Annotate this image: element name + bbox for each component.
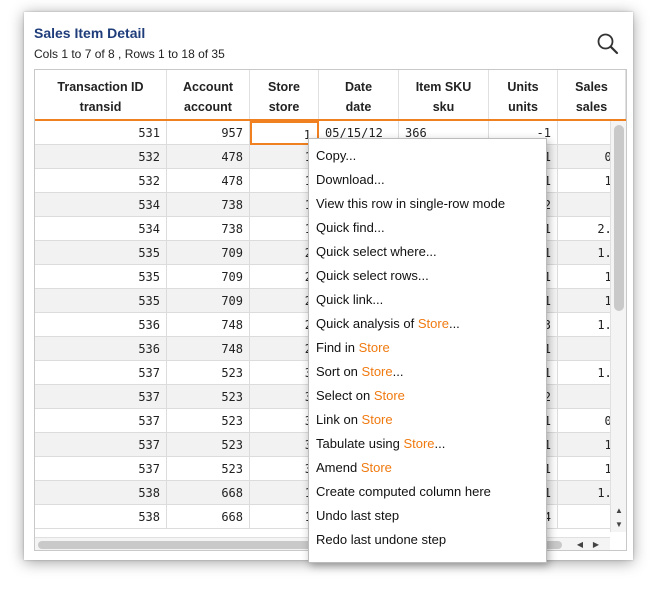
table-cell[interactable]: 478: [167, 145, 250, 169]
menu-item-column-name: Store: [403, 436, 435, 451]
column-field-name: account: [184, 100, 232, 114]
column-label: Account: [183, 80, 233, 94]
column-field-name: store: [268, 100, 300, 114]
column-field-name: transid: [79, 100, 122, 114]
table-cell[interactable]: 535: [35, 289, 167, 313]
context-menu: Copy... Download... View this row in singl…: [308, 138, 547, 563]
menu-item-create-computed-column-here[interactable]: Create computed column here: [316, 481, 491, 503]
scroll-right-arrow-icon[interactable]: ▶: [590, 538, 602, 550]
menu-item-redo-last-undone-step[interactable]: Redo last undone step: [316, 529, 446, 551]
menu-item-download[interactable]: Download...: [316, 169, 385, 191]
column-field-name: units: [508, 100, 538, 114]
menu-item-amend-store[interactable]: Amend Store: [316, 457, 392, 479]
table-cell[interactable]: 748: [167, 313, 250, 337]
column-label: Units: [507, 80, 539, 94]
column-header-sales[interactable]: Sales sales: [558, 70, 626, 119]
table-cell[interactable]: 709: [167, 289, 250, 313]
table-cell[interactable]: 523: [167, 385, 250, 409]
column-header-transid[interactable]: Transaction ID transid: [35, 70, 167, 119]
vertical-scroll-thumb[interactable]: [614, 125, 624, 311]
column-header-sku[interactable]: Item SKU sku: [399, 70, 489, 119]
column-header-date[interactable]: Date date: [319, 70, 399, 119]
scroll-left-arrow-icon[interactable]: ◀: [574, 538, 586, 550]
table-cell[interactable]: 536: [35, 313, 167, 337]
table-cell[interactable]: 668: [167, 481, 250, 505]
table-cell[interactable]: 535: [35, 265, 167, 289]
page-title: Sales Item Detail: [34, 25, 146, 41]
menu-item-copy[interactable]: Copy...: [316, 145, 356, 167]
column-header-units[interactable]: Units units: [489, 70, 558, 119]
table-cell[interactable]: 538: [35, 505, 167, 529]
table-cell[interactable]: 537: [35, 385, 167, 409]
menu-item-quick-find[interactable]: Quick find...: [316, 217, 385, 239]
table-cell[interactable]: 537: [35, 409, 167, 433]
table-cell[interactable]: 531: [35, 121, 167, 145]
column-header-store[interactable]: Store store: [250, 70, 319, 119]
column-header-account[interactable]: Account account: [167, 70, 250, 119]
menu-item-link-on-store[interactable]: Link on Store: [316, 409, 393, 431]
column-label: Store: [268, 80, 300, 94]
table-cell[interactable]: 668: [167, 505, 250, 529]
menu-item-view-this-row-in-single-row-mode[interactable]: View this row in single-row mode: [316, 193, 505, 215]
table-cell[interactable]: 738: [167, 193, 250, 217]
table-cell[interactable]: 738: [167, 217, 250, 241]
table-cell[interactable]: 478: [167, 169, 250, 193]
menu-item-column-name: Store: [361, 412, 393, 427]
table-cell[interactable]: 532: [35, 169, 167, 193]
menu-item-find-in-store[interactable]: Find in Store: [316, 337, 390, 359]
table-cell[interactable]: 523: [167, 409, 250, 433]
menu-item-quick-select-rows[interactable]: Quick select rows...: [316, 265, 429, 287]
table-cell[interactable]: 534: [35, 193, 167, 217]
scroll-up-arrow-icon[interactable]: ▲: [611, 505, 626, 517]
column-field-name: sales: [575, 100, 608, 114]
table-cell[interactable]: 538: [35, 481, 167, 505]
menu-item-column-name: Store: [361, 364, 393, 379]
table-cell[interactable]: 523: [167, 457, 250, 481]
menu-item-column-name: Store: [360, 460, 392, 475]
column-label: Date: [344, 80, 373, 94]
range-summary: Cols 1 to 7 of 8 , Rows 1 to 18 of 35: [34, 47, 225, 61]
menu-item-select-on-store[interactable]: Select on Store: [316, 385, 405, 407]
table-cell[interactable]: 957: [167, 121, 250, 145]
table-cell[interactable]: 537: [35, 361, 167, 385]
menu-item-tabulate-using-store[interactable]: Tabulate using Store...: [316, 433, 445, 455]
table-cell[interactable]: 709: [167, 241, 250, 265]
menu-item-quick-link[interactable]: Quick link...: [316, 289, 383, 311]
search-icon[interactable]: [596, 32, 620, 56]
table-cell[interactable]: 748: [167, 337, 250, 361]
scroll-down-arrow-icon[interactable]: ▼: [611, 519, 626, 531]
menu-item-quick-select-where[interactable]: Quick select where...: [316, 241, 437, 263]
column-label: Sales: [575, 80, 608, 94]
column-field-name: date: [345, 100, 372, 114]
table-cell[interactable]: 523: [167, 433, 250, 457]
table-cell[interactable]: 523: [167, 361, 250, 385]
table-cell[interactable]: 537: [35, 457, 167, 481]
grid-header: Transaction ID transid Account account Store…: [35, 70, 626, 121]
table-cell[interactable]: 537: [35, 433, 167, 457]
menu-item-quick-analysis-of-store[interactable]: Quick analysis of Store...: [316, 313, 460, 335]
report-window: Sales Item Detail Cols 1 to 7 of 8 , Row…: [24, 12, 633, 563]
menu-item-column-name: Store: [358, 340, 390, 355]
table-cell[interactable]: 535: [35, 241, 167, 265]
table-cell[interactable]: 534: [35, 217, 167, 241]
menu-item-sort-on-store[interactable]: Sort on Store...: [316, 361, 403, 383]
menu-item-column-name: Store: [373, 388, 405, 403]
menu-item-column-name: Store: [417, 316, 449, 331]
table-cell[interactable]: 532: [35, 145, 167, 169]
column-label: Transaction ID: [57, 80, 144, 94]
vertical-scrollbar[interactable]: ▲ ▼: [610, 121, 626, 532]
table-cell[interactable]: 709: [167, 265, 250, 289]
column-label: Item SKU: [415, 80, 472, 94]
table-cell[interactable]: 536: [35, 337, 167, 361]
menu-item-undo-last-step[interactable]: Undo last step: [316, 505, 399, 527]
column-field-name: sku: [432, 100, 455, 114]
